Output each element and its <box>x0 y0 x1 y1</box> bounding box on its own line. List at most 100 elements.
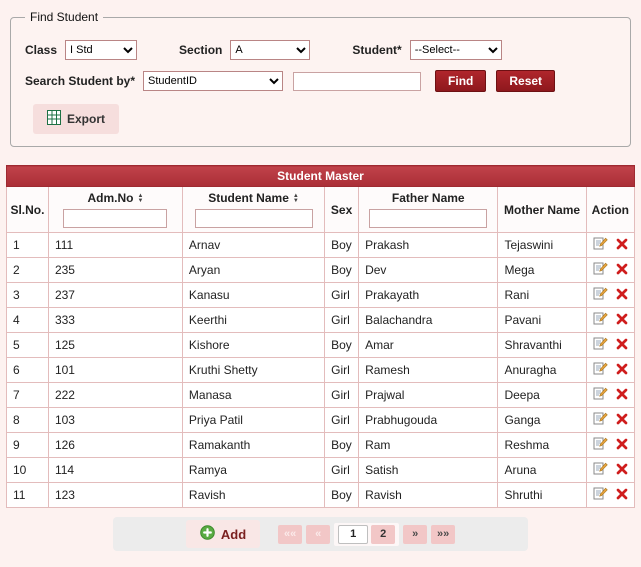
cell-slno: 3 <box>7 283 49 308</box>
edit-icon[interactable] <box>593 286 608 304</box>
cell-action <box>586 283 634 308</box>
find-button[interactable]: Find <box>435 70 486 92</box>
find-row-selects: Class I Std Section A Student* --Select-… <box>25 40 616 60</box>
delete-icon[interactable] <box>616 388 628 403</box>
cell-mother-name: Anuragha <box>498 358 586 383</box>
cell-admno: 235 <box>48 258 182 283</box>
class-select[interactable]: I Std <box>65 40 137 60</box>
student-select[interactable]: --Select-- <box>410 40 502 60</box>
edit-icon[interactable] <box>593 436 608 454</box>
cell-sex: Boy <box>325 483 359 508</box>
col-sex: Sex <box>325 187 359 233</box>
pager-next[interactable]: » <box>403 525 427 544</box>
delete-icon[interactable] <box>616 363 628 378</box>
cell-sex: Boy <box>325 233 359 258</box>
cell-sex: Girl <box>325 408 359 433</box>
student-table: Student Master Sl.No. Adm.No▲▼ Student N… <box>6 165 635 508</box>
delete-icon[interactable] <box>616 338 628 353</box>
plus-icon <box>200 525 215 543</box>
sort-icon[interactable]: ▲▼ <box>137 194 143 204</box>
delete-icon[interactable] <box>616 463 628 478</box>
col-slno: Sl.No. <box>7 187 49 233</box>
edit-icon[interactable] <box>593 486 608 504</box>
col-student-name-label: Student Name <box>208 191 289 205</box>
edit-icon[interactable] <box>593 361 608 379</box>
table-row: 8103Priya PatilGirlPrabhugoudaGanga <box>7 408 635 433</box>
footer-bar: Add «« « 1 2 » »» <box>113 517 528 551</box>
add-button[interactable]: Add <box>186 520 260 548</box>
sort-icon[interactable]: ▲▼ <box>293 194 299 204</box>
edit-icon[interactable] <box>593 261 608 279</box>
edit-icon[interactable] <box>593 336 608 354</box>
cell-slno: 8 <box>7 408 49 433</box>
cell-action <box>586 408 634 433</box>
cell-admno: 123 <box>48 483 182 508</box>
section-label: Section <box>179 43 222 57</box>
edit-icon[interactable] <box>593 386 608 404</box>
edit-icon[interactable] <box>593 236 608 254</box>
pager-first[interactable]: «« <box>278 525 302 544</box>
cell-father-name: Prajwal <box>359 383 498 408</box>
col-father-name-label: Father Name <box>392 191 465 205</box>
table-row: 1111ArnavBoyPrakashTejaswini <box>7 233 635 258</box>
cell-mother-name: Reshma <box>498 433 586 458</box>
pager-prev[interactable]: « <box>306 525 330 544</box>
filter-fathername-input[interactable] <box>369 209 487 228</box>
cell-mother-name: Shravanthi <box>498 333 586 358</box>
cell-father-name: Ravish <box>359 483 498 508</box>
cell-action <box>586 483 634 508</box>
col-father-name[interactable]: Father Name <box>359 187 498 233</box>
cell-student-name: Arnav <box>182 233 324 258</box>
cell-student-name: Ramakanth <box>182 433 324 458</box>
delete-icon[interactable] <box>616 488 628 503</box>
cell-action <box>586 383 634 408</box>
cell-sex: Boy <box>325 433 359 458</box>
filter-studentname-input[interactable] <box>195 209 313 228</box>
cell-student-name: Keerthi <box>182 308 324 333</box>
student-table-body: 1111ArnavBoyPrakashTejaswini 2235AryanBo… <box>7 233 635 508</box>
delete-icon[interactable] <box>616 263 628 278</box>
delete-icon[interactable] <box>616 438 628 453</box>
pager-page-2[interactable]: 2 <box>371 525 395 544</box>
cell-action <box>586 233 634 258</box>
cell-mother-name: Shruthi <box>498 483 586 508</box>
search-by-select[interactable]: StudentID <box>143 71 283 91</box>
cell-slno: 10 <box>7 458 49 483</box>
table-row: 5125KishoreBoyAmarShravanthi <box>7 333 635 358</box>
cell-sex: Girl <box>325 308 359 333</box>
delete-icon[interactable] <box>616 238 628 253</box>
student-master-page: Find Student Class I Std Section A Stude… <box>0 0 641 559</box>
filter-admno-input[interactable] <box>63 209 167 228</box>
cell-mother-name: Mega <box>498 258 586 283</box>
delete-icon[interactable] <box>616 413 628 428</box>
edit-icon[interactable] <box>593 411 608 429</box>
cell-sex: Girl <box>325 383 359 408</box>
cell-father-name: Ramesh <box>359 358 498 383</box>
reset-button[interactable]: Reset <box>496 70 555 92</box>
table-row: 9126RamakanthBoyRamReshma <box>7 433 635 458</box>
cell-father-name: Prabhugouda <box>359 408 498 433</box>
pager-last[interactable]: »» <box>431 525 455 544</box>
cell-student-name: Priya Patil <box>182 408 324 433</box>
search-input[interactable] <box>293 72 421 91</box>
table-row: 7222ManasaGirlPrajwalDeepa <box>7 383 635 408</box>
add-label: Add <box>221 527 246 542</box>
cell-slno: 7 <box>7 383 49 408</box>
cell-action <box>586 308 634 333</box>
table-row: 4333KeerthiGirlBalachandraPavani <box>7 308 635 333</box>
export-button[interactable]: Export <box>33 104 119 134</box>
table-title: Student Master <box>7 166 635 187</box>
excel-icon <box>47 110 61 128</box>
edit-icon[interactable] <box>593 461 608 479</box>
cell-action <box>586 458 634 483</box>
edit-icon[interactable] <box>593 311 608 329</box>
cell-mother-name: Ganga <box>498 408 586 433</box>
delete-icon[interactable] <box>616 313 628 328</box>
col-student-name[interactable]: Student Name ▲▼ <box>182 187 324 233</box>
table-column-header-row: Sl.No. Adm.No▲▼ Student Name ▲▼ Sex Fathe… <box>7 187 635 233</box>
table-row: 2235AryanBoyDevMega <box>7 258 635 283</box>
section-select[interactable]: A <box>230 40 310 60</box>
pager-page-1[interactable]: 1 <box>338 525 368 544</box>
delete-icon[interactable] <box>616 288 628 303</box>
col-admno[interactable]: Adm.No▲▼ <box>48 187 182 233</box>
